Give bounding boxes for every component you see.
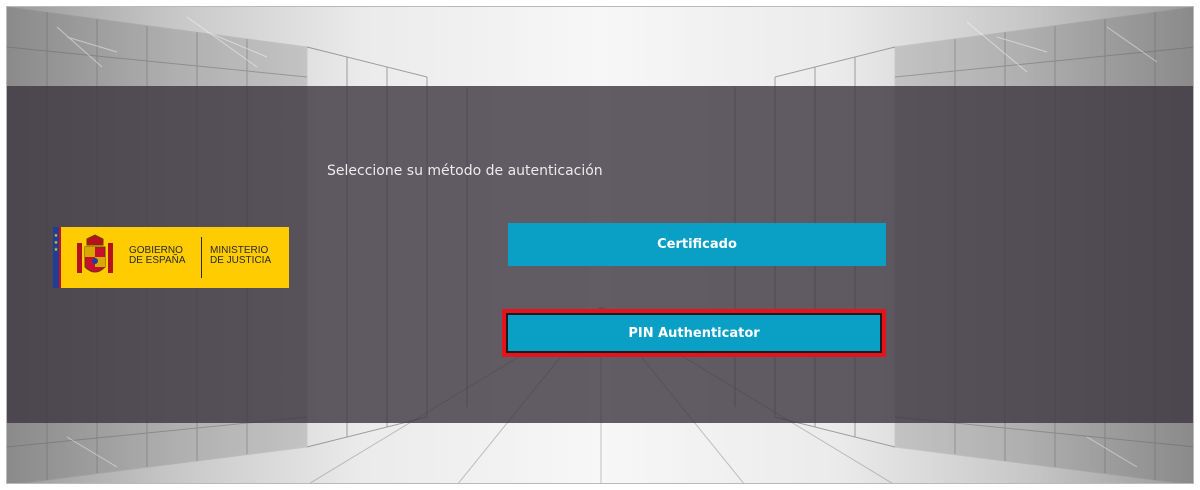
pin-authenticator-button[interactable]: PIN Authenticator bbox=[508, 315, 880, 351]
auth-method-prompt: Seleccione su método de autenticación bbox=[327, 163, 603, 179]
pin-authenticator-highlight: PIN Authenticator bbox=[502, 309, 886, 357]
gobierno-espana-text: GOBIERNO DE ESPAÑA bbox=[129, 245, 186, 266]
logo-divider bbox=[201, 237, 202, 278]
certificado-button[interactable]: Certificado bbox=[508, 223, 886, 266]
ministerio-justicia-text: MINISTERIO DE JUSTICIA bbox=[210, 245, 272, 266]
coat-of-arms-icon bbox=[77, 234, 113, 273]
login-page: Seleccione su método de autenticación ★ ★… bbox=[6, 6, 1194, 484]
gobierno-espana-ministerio-justicia-logo: ★ ★ ★ GOBIERNO DE ESPAÑA MINISTERIO DE JUS… bbox=[53, 227, 289, 288]
eu-stars-icon: ★ ★ ★ bbox=[53, 233, 59, 253]
